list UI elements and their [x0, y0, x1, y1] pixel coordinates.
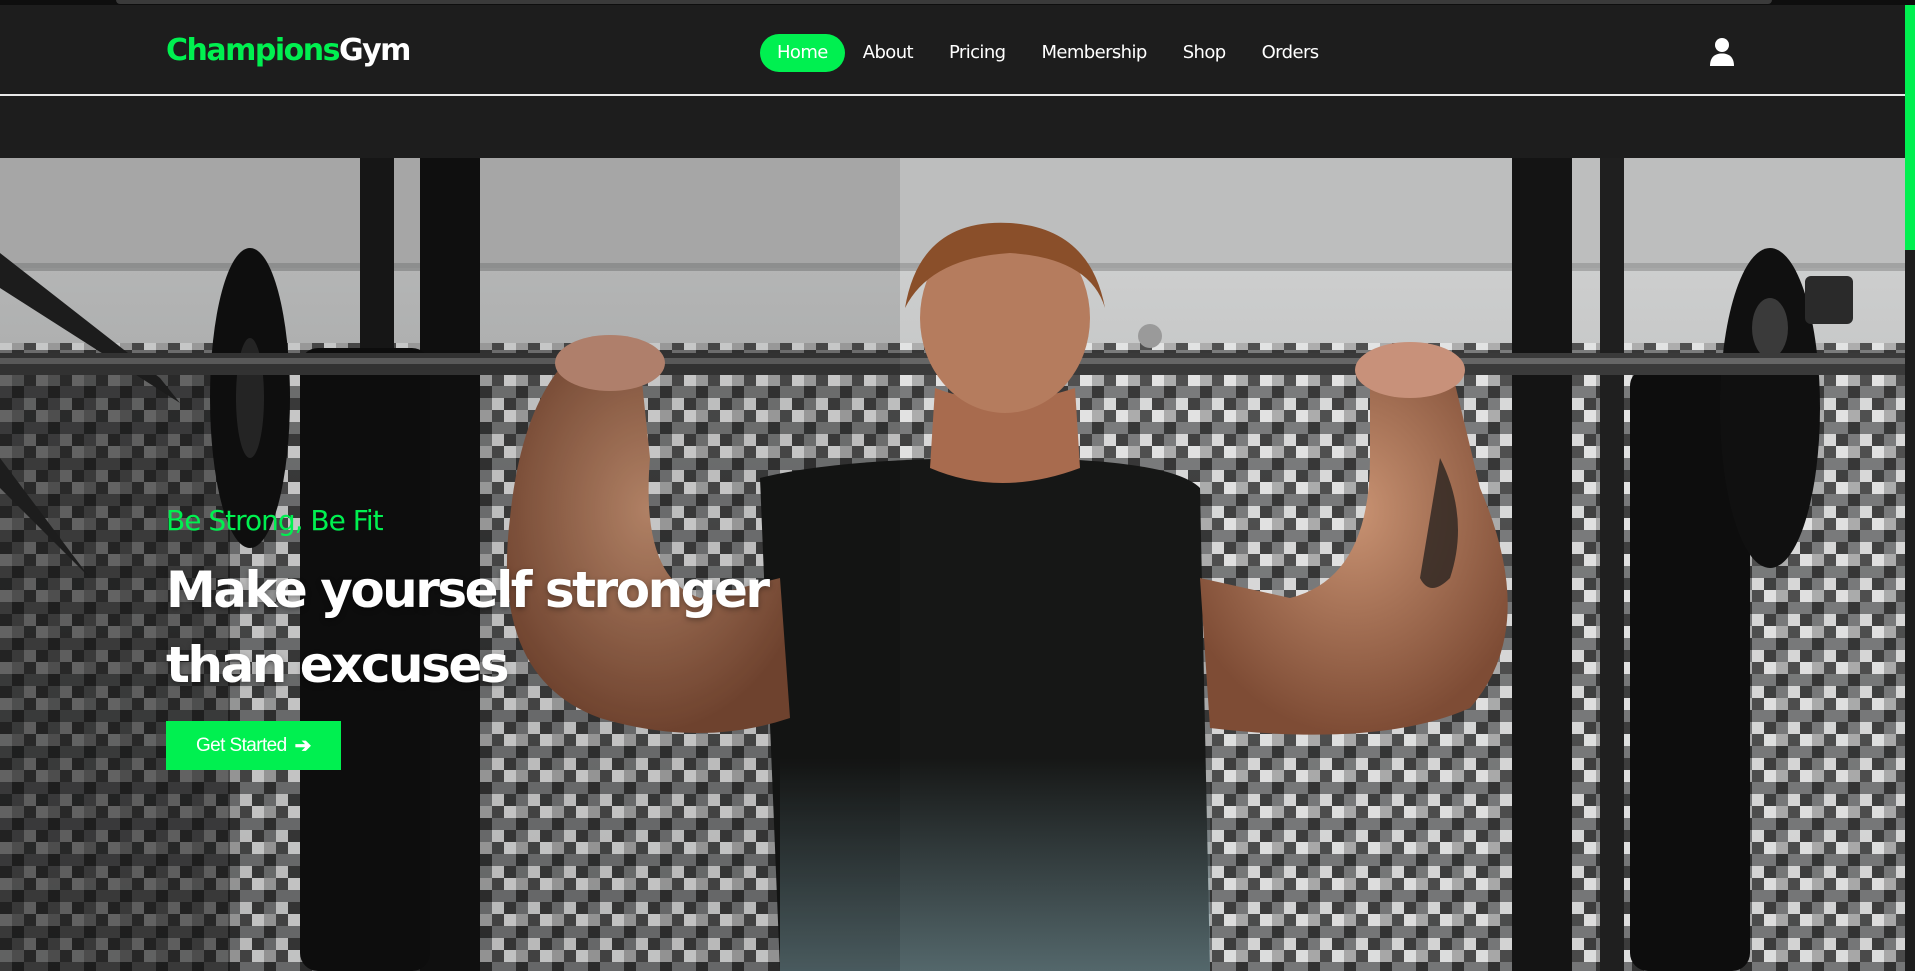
nav-item-pricing[interactable]: Pricing	[931, 34, 1023, 72]
subheader-band	[0, 98, 1905, 158]
user-icon[interactable]	[1709, 37, 1735, 67]
page-scrollbar[interactable]	[1905, 5, 1915, 971]
hero-title: Make yourself stronger than excuses	[166, 553, 866, 703]
nav-item-home[interactable]: Home	[760, 34, 845, 72]
brand-name-part2: Gym	[338, 33, 411, 68]
arrow-right-icon: ➔	[294, 735, 312, 757]
hero-tagline: Be Strong, Be Fit	[166, 504, 384, 537]
nav-item-shop[interactable]: Shop	[1165, 34, 1244, 72]
get-started-button[interactable]: Get Started ➔	[166, 721, 341, 770]
scrollbar-thumb[interactable]	[1905, 5, 1915, 250]
hero-title-line1: Make yourself stronger	[166, 561, 770, 619]
brand-logo[interactable]: ChampionsGym	[166, 33, 411, 69]
navbar: ChampionsGym Home About Pricing Membersh…	[0, 5, 1905, 96]
nav-item-membership[interactable]: Membership	[1023, 34, 1164, 72]
hero-section: Be Strong, Be Fit Make yourself stronger…	[0, 158, 1905, 971]
browser-address-bar-edge	[116, 0, 1772, 4]
brand-name-part1: Champions	[166, 33, 340, 68]
get-started-label: Get Started	[196, 734, 287, 756]
hero-content: Be Strong, Be Fit Make yourself stronger…	[166, 503, 866, 770]
hero-title-line2: than excuses	[166, 636, 510, 694]
nav-item-about[interactable]: About	[845, 34, 931, 72]
nav-item-orders[interactable]: Orders	[1244, 34, 1337, 72]
main-nav: Home About Pricing Membership Shop Order…	[760, 34, 1337, 72]
